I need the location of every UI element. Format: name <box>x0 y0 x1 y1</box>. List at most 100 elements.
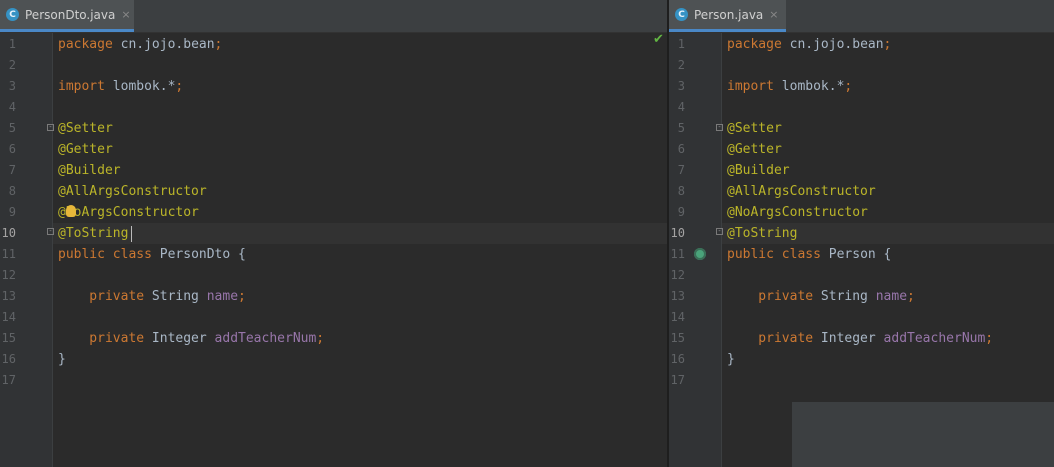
code-token: import <box>727 79 782 94</box>
code-line[interactable] <box>722 55 1054 76</box>
close-icon[interactable]: × <box>769 8 778 21</box>
line-number: 5 <box>677 121 685 135</box>
code-token: ; <box>175 79 184 94</box>
fold-marker-icon[interactable]: - <box>47 124 54 131</box>
editor-pane-right[interactable]: C Person.java × 1 2 3 4 5 6 7 8 9 10 11 12 13 14 15 16 1… <box>669 0 1054 467</box>
code-token: @ToString <box>727 226 798 241</box>
line-number: 6 <box>677 142 685 156</box>
code-text: } <box>58 349 66 370</box>
close-icon[interactable]: × <box>121 8 130 21</box>
code-token: } <box>727 352 735 367</box>
code-line[interactable] <box>722 307 1054 328</box>
code-line[interactable]: @Builder <box>53 160 667 181</box>
code-token: @Builder <box>58 163 121 178</box>
code-token: private <box>727 331 821 346</box>
code-line[interactable]: private Integer addTeacherNum; <box>722 328 1054 349</box>
code-text: @Getter <box>727 139 782 160</box>
line-number: 1 <box>677 37 685 51</box>
line-number-gutter[interactable]: 1 2 3 4 5 6 7 8 9 10 11 12 13 14 15 16 17 <box>0 33 53 467</box>
code-text: @Setter <box>58 118 113 139</box>
bulb-icon[interactable] <box>66 205 76 217</box>
code-text: @NoArgsConstructor <box>58 202 199 223</box>
code-line[interactable] <box>53 370 667 391</box>
code-token: ; <box>907 289 915 304</box>
implemented-icon[interactable] <box>694 248 706 260</box>
code-editor[interactable]: package cn.jojo.bean; import lombok.*; @Se… <box>53 33 667 467</box>
code-line[interactable] <box>53 265 667 286</box>
line-number: 12 <box>1 268 16 282</box>
line-number: 10 <box>1 226 16 240</box>
line-number: 15 <box>670 331 685 345</box>
code-token: class <box>112 247 160 262</box>
code-line[interactable]: public class PersonDto { <box>53 244 667 265</box>
code-line[interactable]: @AllArgsConstructor <box>722 181 1054 202</box>
code-token: @Setter <box>58 121 113 136</box>
code-token: String <box>820 289 876 304</box>
code-text: package cn.jojo.bean; <box>58 34 222 55</box>
code-line[interactable]: package cn.jojo.bean; <box>53 34 667 55</box>
code-line[interactable]: private String name; <box>53 286 667 307</box>
code-token: @AllArgsConstructor <box>727 184 876 199</box>
code-line[interactable]: package cn.jojo.bean; <box>722 34 1054 55</box>
code-line[interactable]: @Getter <box>722 139 1054 160</box>
code-token: String <box>151 289 207 304</box>
code-text: @AllArgsConstructor <box>727 181 876 202</box>
fold-marker-icon[interactable]: - <box>716 124 723 131</box>
code-token: @NoArgsConstructor <box>58 205 199 220</box>
line-number: 17 <box>670 373 685 387</box>
code-line[interactable]: @ToString <box>722 223 1054 244</box>
code-token: cn.jojo.bean <box>789 37 884 52</box>
code-token: ; <box>238 289 246 304</box>
code-line[interactable]: @Getter <box>53 139 667 160</box>
code-line[interactable]: public class Person { <box>722 244 1054 265</box>
fold-marker-icon[interactable]: - <box>716 228 723 235</box>
line-number: 9 <box>8 205 16 219</box>
java-class-icon: C <box>675 8 688 21</box>
code-token: @NoArgsConstructor <box>727 205 868 220</box>
code-text: @ToString <box>58 223 128 244</box>
code-line[interactable]: @NoArgsConstructor <box>53 202 667 223</box>
code-line[interactable]: @Setter <box>722 118 1054 139</box>
code-line[interactable]: } <box>53 349 667 370</box>
code-line[interactable] <box>722 265 1054 286</box>
line-number: 13 <box>670 289 685 303</box>
code-line[interactable]: @Setter <box>53 118 667 139</box>
editor-pane-left[interactable]: C PersonDto.java × 1 2 3 4 5 6 7 8 9 10 11 12 13 14 15… <box>0 0 667 467</box>
code-line[interactable]: @ToString <box>53 223 667 244</box>
line-number: 5 <box>8 121 16 135</box>
line-number: 7 <box>8 163 16 177</box>
code-text: private Integer addTeacherNum; <box>727 328 993 349</box>
code-line[interactable] <box>722 370 1054 391</box>
code-line[interactable]: import lombok.*; <box>722 76 1054 97</box>
code-line[interactable]: } <box>722 349 1054 370</box>
code-line[interactable] <box>53 307 667 328</box>
code-line[interactable]: @AllArgsConstructor <box>53 181 667 202</box>
code-line[interactable]: private Integer addTeacherNum; <box>53 328 667 349</box>
line-number: 10 <box>670 226 685 240</box>
line-number: 8 <box>677 184 685 198</box>
code-line[interactable]: @Builder <box>722 160 1054 181</box>
code-text: @AllArgsConstructor <box>58 181 207 202</box>
code-token: addTeacherNum <box>214 331 317 346</box>
tab-person[interactable]: C Person.java × <box>669 0 786 32</box>
code-text: @Builder <box>727 160 790 181</box>
code-line[interactable] <box>53 97 667 118</box>
fold-marker-icon[interactable]: - <box>47 228 54 235</box>
code-text: private String name; <box>727 286 915 307</box>
code-text: @ToString <box>727 223 797 244</box>
line-number: 3 <box>677 79 685 93</box>
line-number: 13 <box>1 289 16 303</box>
code-token: lombok.* <box>781 79 845 94</box>
code-token: } <box>58 352 66 367</box>
tab-persondto[interactable]: C PersonDto.java × <box>0 0 134 32</box>
code-line[interactable]: import lombok.*; <box>53 76 667 97</box>
line-number: 15 <box>1 331 16 345</box>
code-line[interactable] <box>722 97 1054 118</box>
code-line[interactable] <box>53 55 667 76</box>
code-text: public class PersonDto { <box>58 244 246 265</box>
line-number: 11 <box>670 247 685 261</box>
line-number: 2 <box>8 58 16 72</box>
code-line[interactable]: private String name; <box>722 286 1054 307</box>
code-token: package <box>727 37 790 52</box>
code-line[interactable]: @NoArgsConstructor <box>722 202 1054 223</box>
